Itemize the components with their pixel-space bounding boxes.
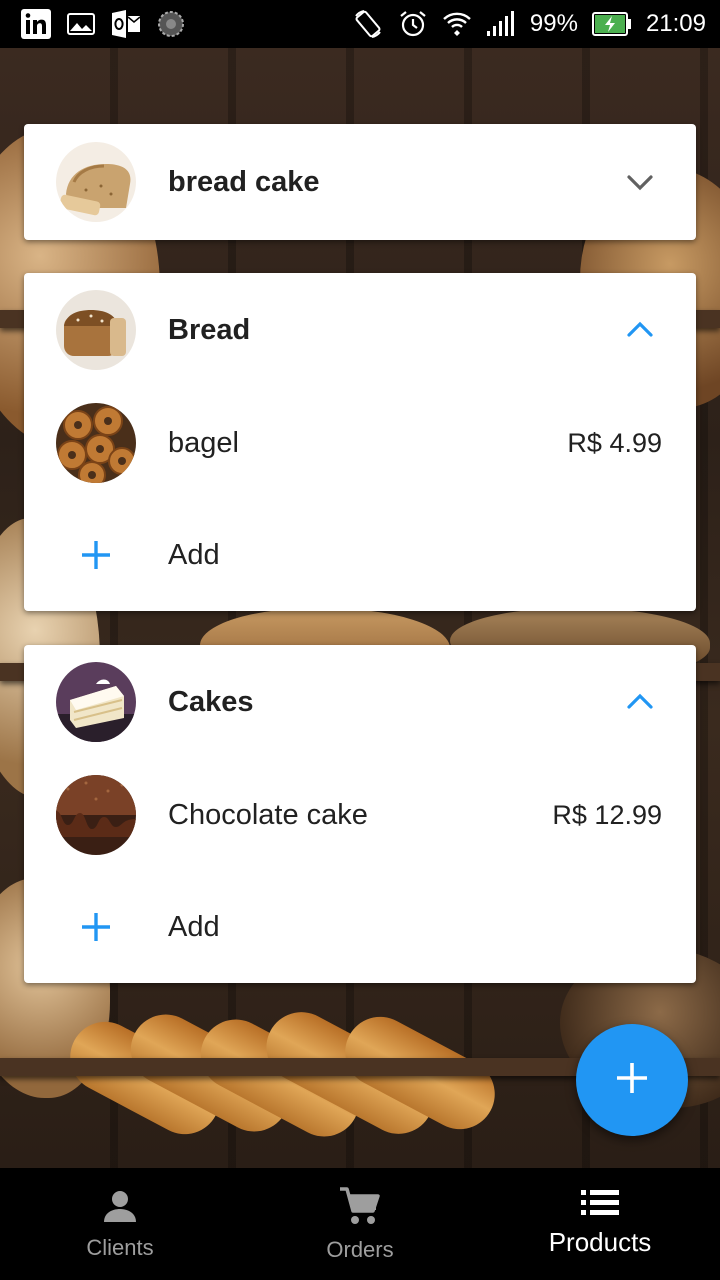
rotate-icon: [352, 8, 384, 40]
category-image-cakes: [56, 662, 136, 742]
category-name: bread cake: [168, 165, 320, 198]
status-bar: 99% 21:09: [0, 0, 720, 48]
chevron-down-icon[interactable]: [626, 168, 654, 196]
add-product-button[interactable]: Add: [24, 871, 696, 983]
nav-label: Orders: [326, 1236, 394, 1262]
person-icon: [102, 1188, 138, 1229]
bottom-navigation: Clients Orders Products: [0, 1168, 720, 1280]
category-image-bread-cake: [56, 142, 136, 222]
wifi-icon: [442, 9, 472, 39]
category-name: Cakes: [168, 685, 254, 718]
product-image-chocolate-cake: [56, 775, 136, 855]
nav-item-orders[interactable]: Orders: [240, 1168, 480, 1280]
category-name: Bread: [168, 313, 251, 346]
battery-percentage: 99%: [529, 10, 578, 37]
product-price: R$ 4.99: [567, 427, 662, 458]
gallery-icon: [66, 11, 96, 37]
product-name: bagel: [168, 426, 239, 459]
cart-icon: [338, 1186, 382, 1231]
product-image-bagel: [56, 403, 136, 483]
product-row-chocolate-cake[interactable]: Chocolate cake R$ 12.99: [24, 759, 696, 871]
product-name: Chocolate cake: [168, 798, 368, 831]
linkedin-icon: [20, 8, 52, 40]
list-icon: [581, 1190, 619, 1221]
category-header-bread-cake[interactable]: bread cake: [24, 124, 696, 240]
add-product-button[interactable]: Add: [24, 499, 696, 611]
sync-icon: [156, 9, 186, 39]
category-image-bread: [56, 290, 136, 370]
product-row-bagel[interactable]: bagel R$ 4.99: [24, 387, 696, 499]
plus-icon: [80, 539, 112, 571]
alarm-icon: [398, 9, 428, 39]
nav-item-products[interactable]: Products: [480, 1168, 720, 1280]
plus-icon: [615, 1061, 649, 1100]
add-label: Add: [168, 910, 220, 943]
plus-icon: [80, 911, 112, 943]
category-header-bread[interactable]: Bread: [24, 273, 696, 387]
category-card-cakes: Cakes Chocolate cake R$ 12.99 Add: [24, 645, 696, 983]
signal-icon: [486, 11, 516, 37]
chevron-up-icon[interactable]: [626, 688, 654, 716]
nav-label: Products: [548, 1227, 652, 1257]
outlook-icon: [110, 9, 142, 39]
category-header-cakes[interactable]: Cakes: [24, 645, 696, 759]
nav-label: Clients: [86, 1234, 154, 1260]
add-label: Add: [168, 538, 220, 571]
category-card-bread: Bread bagel R$ 4.99 Add: [24, 273, 696, 611]
category-card-bread-cake: bread cake: [24, 124, 696, 240]
chevron-up-icon[interactable]: [626, 316, 654, 344]
battery-charging-icon: [591, 11, 632, 37]
nav-item-clients[interactable]: Clients: [0, 1168, 240, 1280]
add-category-fab[interactable]: [576, 1024, 688, 1136]
product-price: R$ 12.99: [552, 799, 662, 830]
clock: 21:09: [645, 10, 706, 37]
